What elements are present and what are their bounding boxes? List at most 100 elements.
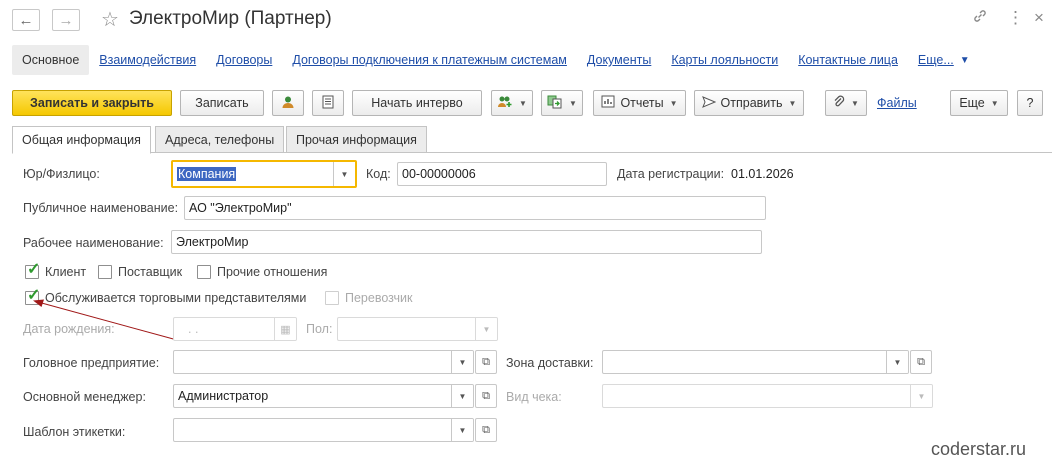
work-name-field[interactable]: ЭлектроМир: [171, 230, 762, 254]
page-title: ЭлектроМир (Партнер): [129, 8, 332, 29]
add-users-icon: [497, 95, 513, 112]
user-button[interactable]: [272, 90, 304, 116]
open-icon: ⧉: [482, 355, 490, 368]
close-icon[interactable]: ×: [1034, 8, 1044, 28]
manager-label: Основной менеджер:: [23, 390, 146, 404]
chevron-down-icon[interactable]: ▼: [333, 162, 355, 186]
tab-other[interactable]: Прочая информация: [286, 126, 427, 153]
help-button[interactable]: ?: [1017, 90, 1043, 116]
head-company-select[interactable]: ▼: [173, 350, 474, 374]
gender-label: Пол:: [306, 322, 333, 336]
carrier-checkbox[interactable]: [325, 291, 339, 305]
forward-button[interactable]: →: [52, 9, 80, 31]
reg-date-value: 01.01.2026: [731, 167, 794, 181]
more-vertical-icon[interactable]: ⋮: [1007, 8, 1024, 28]
legal-type-value: Компания: [177, 167, 237, 181]
public-name-field[interactable]: АО "ЭлектроМир": [184, 196, 766, 220]
document-icon: [322, 95, 334, 112]
tab-other-label: Прочая информация: [296, 132, 417, 147]
reg-date-label: Дата регистрации:: [617, 167, 725, 181]
birth-date-label: Дата рождения:: [23, 322, 115, 336]
send-icon: [701, 95, 716, 111]
attach-button[interactable]: ▼: [825, 90, 867, 116]
reports-label: Отчеты: [620, 96, 664, 110]
chevron-down-icon: ▼: [851, 98, 859, 108]
tab-general[interactable]: Общая информация: [12, 126, 151, 154]
chevron-down-icon[interactable]: ▼: [886, 351, 908, 373]
save-label: Записать: [195, 96, 249, 110]
chevron-down-icon[interactable]: ▼: [451, 351, 473, 373]
save-and-close-button[interactable]: Записать и закрыть: [12, 90, 172, 116]
user-icon: [281, 95, 295, 112]
files-link[interactable]: Файлы: [877, 96, 917, 110]
more-label: Еще: [959, 96, 985, 110]
carrier-label: Перевозчик: [345, 291, 413, 305]
reports-icon: [601, 95, 615, 111]
reports-button[interactable]: Отчеты ▼: [593, 90, 686, 116]
public-name-label: Публичное наименование:: [23, 201, 179, 215]
tab-addresses[interactable]: Адреса, телефоны: [155, 126, 285, 153]
add-users-button[interactable]: ▼: [491, 90, 533, 116]
save-and-close-label: Записать и закрыть: [30, 96, 154, 110]
arrow-right-icon: →: [58, 11, 74, 29]
arrow-left-icon: ←: [18, 11, 34, 29]
create-based-icon: [547, 95, 563, 112]
chevron-down-icon: ▼: [569, 98, 577, 108]
start-interview-button[interactable]: Начать интерво: [352, 90, 482, 116]
code-label: Код:: [366, 167, 391, 181]
send-label: Отправить: [720, 96, 783, 110]
chevron-down-icon: ▼: [475, 318, 497, 340]
delivery-zone-select[interactable]: ▼: [602, 350, 909, 374]
star-icon[interactable]: ☆: [101, 7, 119, 32]
nav-main[interactable]: Основное: [12, 45, 90, 75]
chevron-down-icon[interactable]: ▼: [451, 385, 473, 407]
chevron-down-icon: ▼: [990, 98, 999, 108]
delivery-zone-label: Зона доставки:: [506, 356, 594, 370]
more-button[interactable]: Еще ▼: [950, 90, 1008, 116]
nav-interactions[interactable]: Взаимодействия: [99, 53, 196, 67]
open-delivery-zone-button[interactable]: ⧉: [910, 350, 932, 374]
client-checkbox[interactable]: ✓: [25, 262, 40, 279]
receipt-type-select: ▼: [602, 384, 933, 408]
code-field[interactable]: 00-00000006: [397, 162, 607, 186]
work-name-label: Рабочее наименование:: [23, 236, 164, 250]
tab-addresses-label: Адреса, телефоны: [165, 132, 275, 147]
link-icon[interactable]: [972, 8, 988, 29]
work-name-value: ЭлектроМир: [176, 235, 249, 249]
other-relations-checkbox[interactable]: [197, 265, 211, 279]
open-manager-button[interactable]: ⧉: [475, 384, 497, 408]
nav-more[interactable]: Еще...: [918, 53, 954, 67]
client-label: Клиент: [45, 265, 87, 279]
nav-loyalty-cards[interactable]: Карты лояльности: [671, 53, 778, 67]
report-button[interactable]: [312, 90, 344, 116]
create-based-button[interactable]: ▼: [541, 90, 583, 116]
head-company-label: Головное предприятие:: [23, 356, 160, 370]
open-label-template-button[interactable]: ⧉: [475, 418, 497, 442]
manager-select[interactable]: Администратор ▼: [173, 384, 474, 408]
label-template-label: Шаблон этикетки:: [23, 425, 126, 439]
help-label: ?: [1026, 96, 1034, 110]
chevron-down-icon: ▼: [519, 98, 527, 108]
back-button[interactable]: ←: [12, 9, 40, 31]
nav-contracts[interactable]: Договоры: [216, 53, 272, 67]
send-button[interactable]: Отправить ▼: [694, 90, 804, 116]
annotation-arrow: [33, 299, 178, 341]
nav-documents[interactable]: Документы: [587, 53, 651, 67]
chevron-down-icon: ▼: [788, 98, 797, 108]
receipt-type-label: Вид чека:: [506, 390, 562, 404]
tab-general-label: Общая информация: [22, 133, 141, 147]
supplier-checkbox[interactable]: [98, 265, 112, 279]
legal-type-label: Юр/Физлицо:: [23, 167, 100, 181]
legal-type-select[interactable]: Компания ▼: [171, 160, 357, 188]
open-head-company-button[interactable]: ⧉: [475, 350, 497, 374]
nav-contacts[interactable]: Контактные лица: [798, 53, 898, 67]
chevron-down-icon: ▼: [910, 385, 932, 407]
paperclip-icon: [833, 95, 845, 112]
chevron-down-icon[interactable]: ▼: [960, 55, 970, 66]
chevron-down-icon[interactable]: ▼: [451, 419, 473, 441]
label-template-select[interactable]: ▼: [173, 418, 474, 442]
chevron-down-icon: ▼: [669, 98, 678, 108]
nav-payment-contracts[interactable]: Договоры подключения к платежным система…: [292, 53, 567, 67]
open-icon: ⧉: [482, 423, 490, 436]
save-button[interactable]: Записать: [180, 90, 264, 116]
